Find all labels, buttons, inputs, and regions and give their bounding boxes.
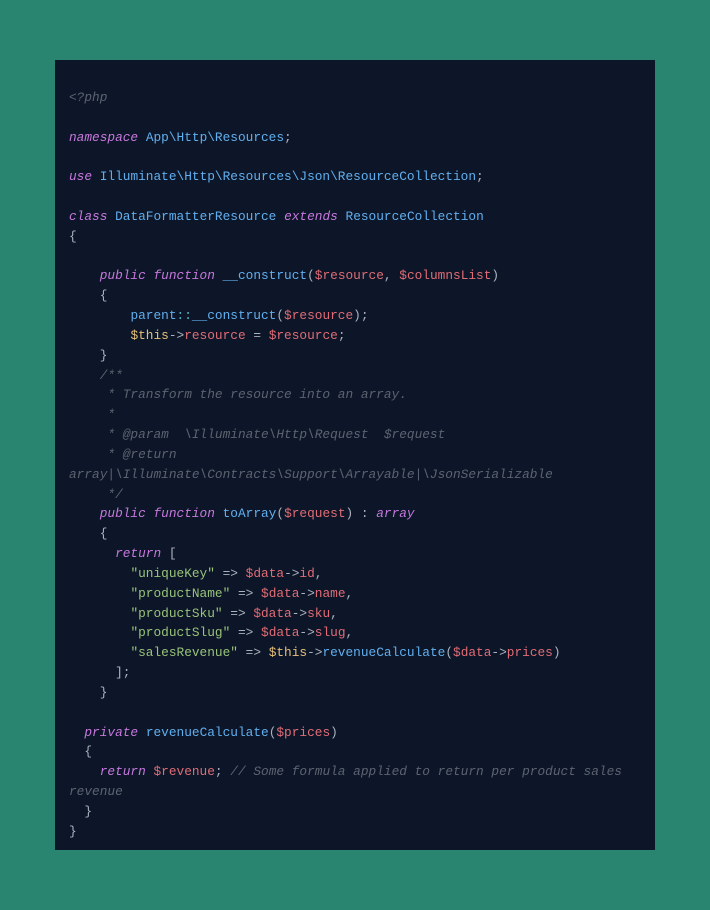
assign-resource: $resource: [269, 328, 338, 343]
prop-sku: sku: [307, 606, 330, 621]
namespace-path: App\Http\Resources: [146, 130, 284, 145]
extends-keyword: extends: [284, 209, 338, 224]
scope-op: ::: [177, 308, 192, 323]
data-var: $data: [246, 566, 284, 581]
constructor-name: __construct: [223, 268, 307, 283]
return-type: array: [376, 506, 414, 521]
parent-ctor-call: __construct: [192, 308, 276, 323]
use-path: Illuminate\Http\Resources\Json\ResourceC…: [100, 169, 476, 184]
key-name: "productName": [130, 586, 230, 601]
parent-ref: parent: [130, 308, 176, 323]
toarray-name: toArray: [223, 506, 277, 521]
revenue-var: $revenue: [153, 764, 214, 779]
this-ref: $this: [130, 328, 168, 343]
docblock-line: * @param \Illuminate\Http\Request $reque…: [100, 427, 446, 442]
php-source: <?php namespace App\Http\Resources; use …: [69, 88, 641, 841]
namespace-keyword: namespace: [69, 130, 138, 145]
prop-resource: resource: [184, 328, 245, 343]
parent-class-name: ResourceCollection: [346, 209, 484, 224]
return-keyword: return: [100, 764, 146, 779]
key-revenue: "salesRevenue": [130, 645, 238, 660]
class-name: DataFormatterResource: [115, 209, 276, 224]
data-var: $data: [253, 606, 291, 621]
param-resource: $resource: [315, 268, 384, 283]
this-ref: $this: [269, 645, 307, 660]
param-prices: $prices: [276, 725, 330, 740]
docblock-line: * @return array|\Illuminate\Contracts\Su…: [69, 447, 553, 482]
prop-slug: slug: [315, 625, 346, 640]
docblock-open: /**: [100, 368, 123, 383]
docblock-line: *: [100, 407, 115, 422]
function-keyword: function: [153, 268, 214, 283]
prop-name: name: [315, 586, 346, 601]
prop-prices: prices: [507, 645, 553, 660]
data-var: $data: [261, 625, 299, 640]
param-request: $request: [284, 506, 345, 521]
docblock-close: */: [100, 487, 123, 502]
public-keyword: public: [100, 506, 146, 521]
private-keyword: private: [84, 725, 138, 740]
revenue-fn-name: revenueCalculate: [146, 725, 269, 740]
code-block: <?php namespace App\Http\Resources; use …: [55, 60, 655, 850]
arg-resource: $resource: [284, 308, 353, 323]
public-keyword: public: [100, 268, 146, 283]
data-var: $data: [453, 645, 491, 660]
return-keyword: return: [115, 546, 161, 561]
key-slug: "productSlug": [130, 625, 230, 640]
class-keyword: class: [69, 209, 107, 224]
prop-id: id: [299, 566, 314, 581]
php-open-tag: <?php: [69, 90, 107, 105]
key-unique: "uniqueKey": [130, 566, 214, 581]
data-var: $data: [261, 586, 299, 601]
docblock-line: * Transform the resource into an array.: [100, 387, 407, 402]
function-keyword: function: [153, 506, 214, 521]
revenue-call: revenueCalculate: [322, 645, 445, 660]
use-keyword: use: [69, 169, 92, 184]
key-sku: "productSku": [130, 606, 222, 621]
param-columns: $columnsList: [399, 268, 491, 283]
